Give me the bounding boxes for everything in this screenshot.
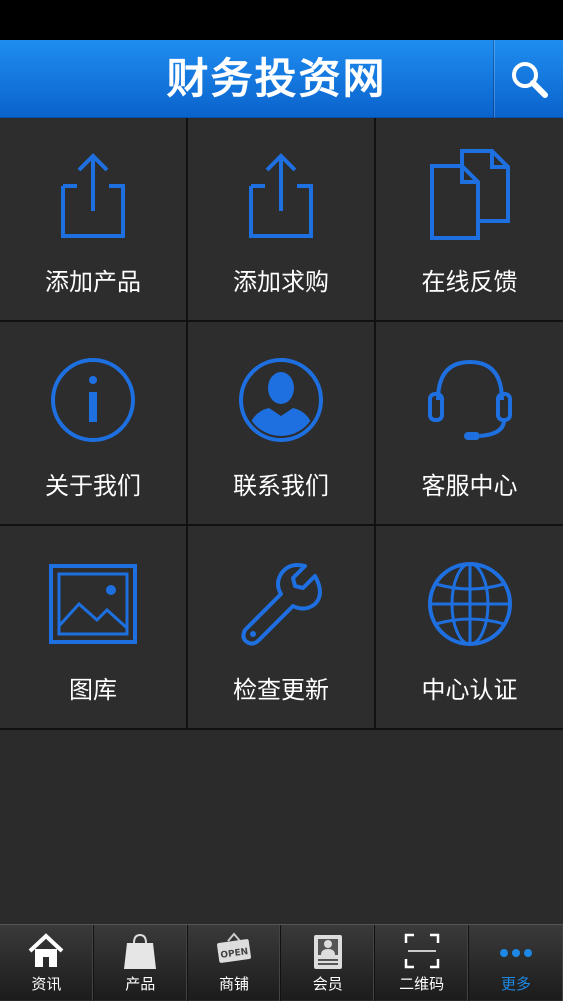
bottom-tab-bar: 资讯 产品 OPEN 商铺 会员 二维码 更多 bbox=[0, 924, 563, 1001]
globe-icon bbox=[427, 562, 512, 646]
wrench-icon bbox=[241, 563, 322, 646]
grid-item-label: 图库 bbox=[69, 676, 117, 704]
tab-label: 会员 bbox=[312, 975, 343, 993]
grid-item-label: 添加求购 bbox=[233, 268, 329, 296]
grid-item-add-request[interactable]: 添加求购 bbox=[188, 118, 376, 322]
grid-item-center-certification[interactable]: 中心认证 bbox=[376, 526, 563, 730]
tab-shops[interactable]: OPEN 商铺 bbox=[188, 925, 282, 1001]
tab-label: 更多 bbox=[500, 975, 531, 993]
app-header: 财务投资网 bbox=[0, 40, 563, 118]
search-button[interactable] bbox=[493, 40, 563, 118]
grid-item-gallery[interactable]: 图库 bbox=[0, 526, 188, 730]
share-icon bbox=[61, 153, 125, 238]
more-icon bbox=[500, 949, 532, 957]
documents-icon bbox=[429, 149, 510, 240]
tab-qr-code[interactable]: 二维码 bbox=[375, 925, 469, 1001]
bag-icon bbox=[124, 933, 157, 969]
grid-item-customer-service[interactable]: 客服中心 bbox=[376, 322, 563, 526]
grid-item-feedback[interactable]: 在线反馈 bbox=[376, 118, 563, 322]
tab-label: 二维码 bbox=[399, 975, 445, 993]
tab-label: 产品 bbox=[125, 975, 156, 993]
grid-item-label: 检查更新 bbox=[233, 676, 329, 704]
info-icon bbox=[51, 358, 135, 442]
search-icon bbox=[511, 62, 548, 98]
grid-item-add-product[interactable]: 添加产品 bbox=[0, 118, 188, 322]
headset-icon bbox=[427, 359, 512, 440]
grid-item-label: 在线反馈 bbox=[421, 268, 518, 296]
status-bar bbox=[0, 0, 563, 40]
page-title: 财务投资网 bbox=[166, 54, 387, 103]
grid-item-label: 添加产品 bbox=[45, 268, 141, 296]
tab-products[interactable]: 产品 bbox=[94, 925, 188, 1001]
qr-scan-icon bbox=[404, 933, 439, 969]
id-card-icon bbox=[313, 935, 342, 969]
grid-item-about-us[interactable]: 关于我们 bbox=[0, 322, 188, 526]
share-icon bbox=[249, 153, 313, 238]
tab-label: 商铺 bbox=[218, 975, 249, 993]
tab-label: 资讯 bbox=[31, 975, 62, 993]
grid-item-label: 客服中心 bbox=[421, 472, 518, 500]
grid-item-label: 关于我们 bbox=[45, 472, 141, 500]
home-icon bbox=[29, 933, 64, 967]
grid-item-label: 中心认证 bbox=[421, 676, 518, 704]
grid-item-label: 联系我们 bbox=[233, 472, 329, 500]
user-icon bbox=[239, 358, 323, 442]
image-icon bbox=[49, 564, 137, 644]
open-sign-icon: OPEN bbox=[217, 932, 251, 963]
tab-more[interactable]: 更多 bbox=[469, 925, 563, 1001]
grid-item-check-update[interactable]: 检查更新 bbox=[188, 526, 376, 730]
tab-news[interactable]: 资讯 bbox=[0, 925, 94, 1001]
grid-item-contact-us[interactable]: 联系我们 bbox=[188, 322, 376, 526]
tab-members[interactable]: 会员 bbox=[281, 925, 376, 1001]
